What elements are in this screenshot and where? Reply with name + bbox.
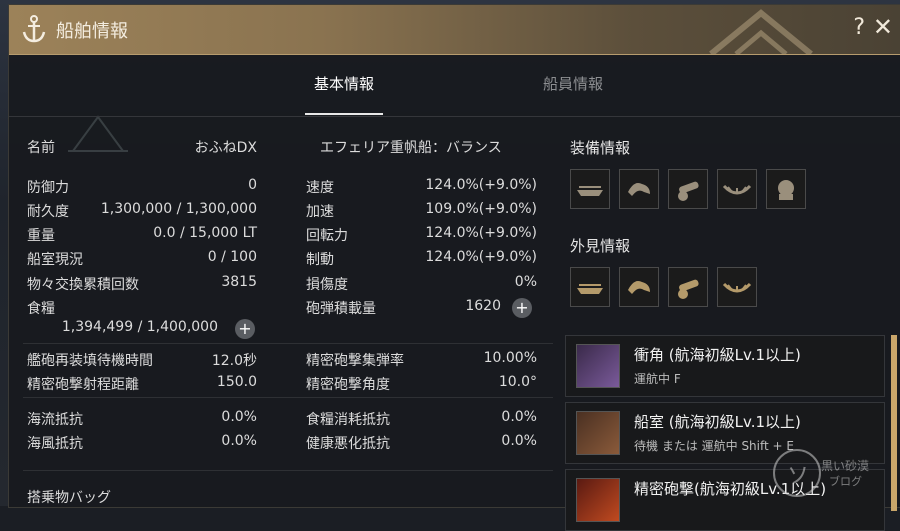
stat-value: 12.0秒 [211,353,257,369]
cabin-skill-icon [576,411,620,455]
watermark-text: ブログ [829,475,862,488]
appearance-slot-prow[interactable] [619,267,659,307]
close-button[interactable]: ✕ [873,13,893,41]
stat-value: 0.0% [501,409,537,425]
stat-value: 0.0% [221,433,257,449]
skill-scrollbar[interactable] [891,335,897,511]
stat-value: 0.0% [501,433,537,449]
appearance-slot-bow[interactable] [570,267,610,307]
stat-label: 制動 [306,252,334,268]
tab-crew-info[interactable]: 船員情報 [543,73,603,94]
stat-label: 船室現況 [27,252,83,268]
bow-figurehead-icon [577,284,603,294]
equip-slot-cannon[interactable] [668,169,708,209]
stat-value: 0% [514,274,537,290]
watermark-text: 黒い砂漠 [821,459,870,473]
stat-label: 防御力 [27,180,69,196]
equip-slot-prow[interactable] [619,169,659,209]
stat-label: 精密砲撃集弾率 [306,353,404,369]
equip-slot-crew[interactable] [766,169,806,209]
stat-value: 0 [248,177,257,193]
stat-value: 1620 [465,298,501,314]
appearance-slot-plate[interactable] [717,267,757,307]
boarding-bag-label[interactable]: 搭乗物バッグ [27,487,111,507]
stat-value: 1,394,499 / 1,400,000 [61,319,218,335]
blog-watermark: ソ 黒い砂漠 ブログ [773,443,883,503]
cannon-icon [678,181,699,201]
ship-type-value: エフェリア重帆船：バランス [320,140,502,156]
sail-plate-icon [722,184,752,195]
stat-value: 124.0%(+9.0%) [425,249,537,265]
section-divider [23,343,553,344]
stat-label: 食糧消耗抵抗 [306,412,390,428]
stat-label: 耐久度 [27,204,69,220]
appearance-info-title: 外見情報 [570,237,631,255]
tab-divider [9,116,900,117]
help-button[interactable]: ? [853,15,865,40]
section-divider [23,397,553,398]
cannon-icon [678,279,699,299]
stat-label: 海流抵抗 [27,412,83,428]
stat-label: 回転力 [306,228,348,244]
stat-label: 精密砲撃射程距離 [27,377,139,393]
stat-value: 10.0° [498,374,537,390]
stat-label: 海風抵抗 [27,436,83,452]
prow-ornament-icon [628,281,650,294]
skill-name: 衝角 (航海初級Lv.1以上) [634,346,801,364]
stat-label: 砲弾積載量 [306,301,376,317]
ship-info-window: 船舶情報 ? ✕ 基本情報 船員情報 名前 おふねDX エフェリア重帆船：バラン… [8,4,900,531]
stat-label: 精密砲撃角度 [306,377,390,393]
title-decoration [709,9,813,54]
stat-value: 124.0%(+9.0%) [425,225,537,241]
ship-name-value: おふねDX [194,140,257,156]
stat-value: 150.0 [216,374,257,390]
ship-silhouette-icon [68,115,128,152]
tab-bar: 基本情報 船員情報 [9,55,900,152]
stat-label: 加速 [306,204,334,220]
skill-keybind: 待機 または 運航中 Shift + E [634,439,794,453]
stat-label: 健康悪化抵抗 [306,436,390,452]
active-tab-indicator [305,113,383,115]
stat-label: 速度 [306,180,334,196]
precision-cannon-skill-icon [576,478,620,522]
crew-helmet-icon [778,180,794,200]
name-label: 名前 [27,140,55,156]
bow-figurehead-icon [577,186,603,196]
prow-ornament-icon [628,183,650,196]
stat-label: 艦砲再装填待機時間 [27,353,153,369]
stat-value: 3815 [221,274,257,290]
anchor-icon [22,15,46,43]
stat-value: 1,300,000 / 1,300,000 [100,201,257,217]
tab-basic-info[interactable]: 基本情報 [305,73,383,94]
stat-value: 0.0% [221,409,257,425]
add-food-button[interactable]: + [235,319,255,339]
stat-label: 損傷度 [306,277,348,293]
add-cannonball-button[interactable]: + [512,298,532,318]
equip-slot-bow[interactable] [570,169,610,209]
skill-item[interactable]: 衝角 (航海初級Lv.1以上) 運航中 F [565,335,885,397]
ram-skill-icon [576,344,620,388]
skill-name: 船室 (航海初級Lv.1以上) [634,413,801,431]
watermark-logo: ソ [773,449,821,497]
stat-label: 食糧 [27,301,55,317]
stat-value: 0 / 100 [207,249,257,265]
stat-label: 物々交換累積回数 [27,277,139,293]
stat-value: 109.0%(+9.0%) [425,201,537,217]
watermark-logo-glyph: ソ [787,464,810,489]
equip-slot-plate[interactable] [717,169,757,209]
window-title: 船舶情報 [56,21,128,42]
sail-plate-icon [722,282,752,293]
appearance-slot-cannon[interactable] [668,267,708,307]
stat-label: 重量 [27,228,55,244]
stat-value: 0.0 / 15,000 LT [153,225,257,241]
stat-value: 124.0%(+9.0%) [425,177,537,193]
section-divider [23,470,553,471]
title-bar[interactable]: 船舶情報 ? ✕ [9,5,900,55]
stat-value: 10.00% [483,350,537,366]
equip-info-title: 装備情報 [570,139,631,157]
skill-keybind: 運航中 F [634,372,681,386]
